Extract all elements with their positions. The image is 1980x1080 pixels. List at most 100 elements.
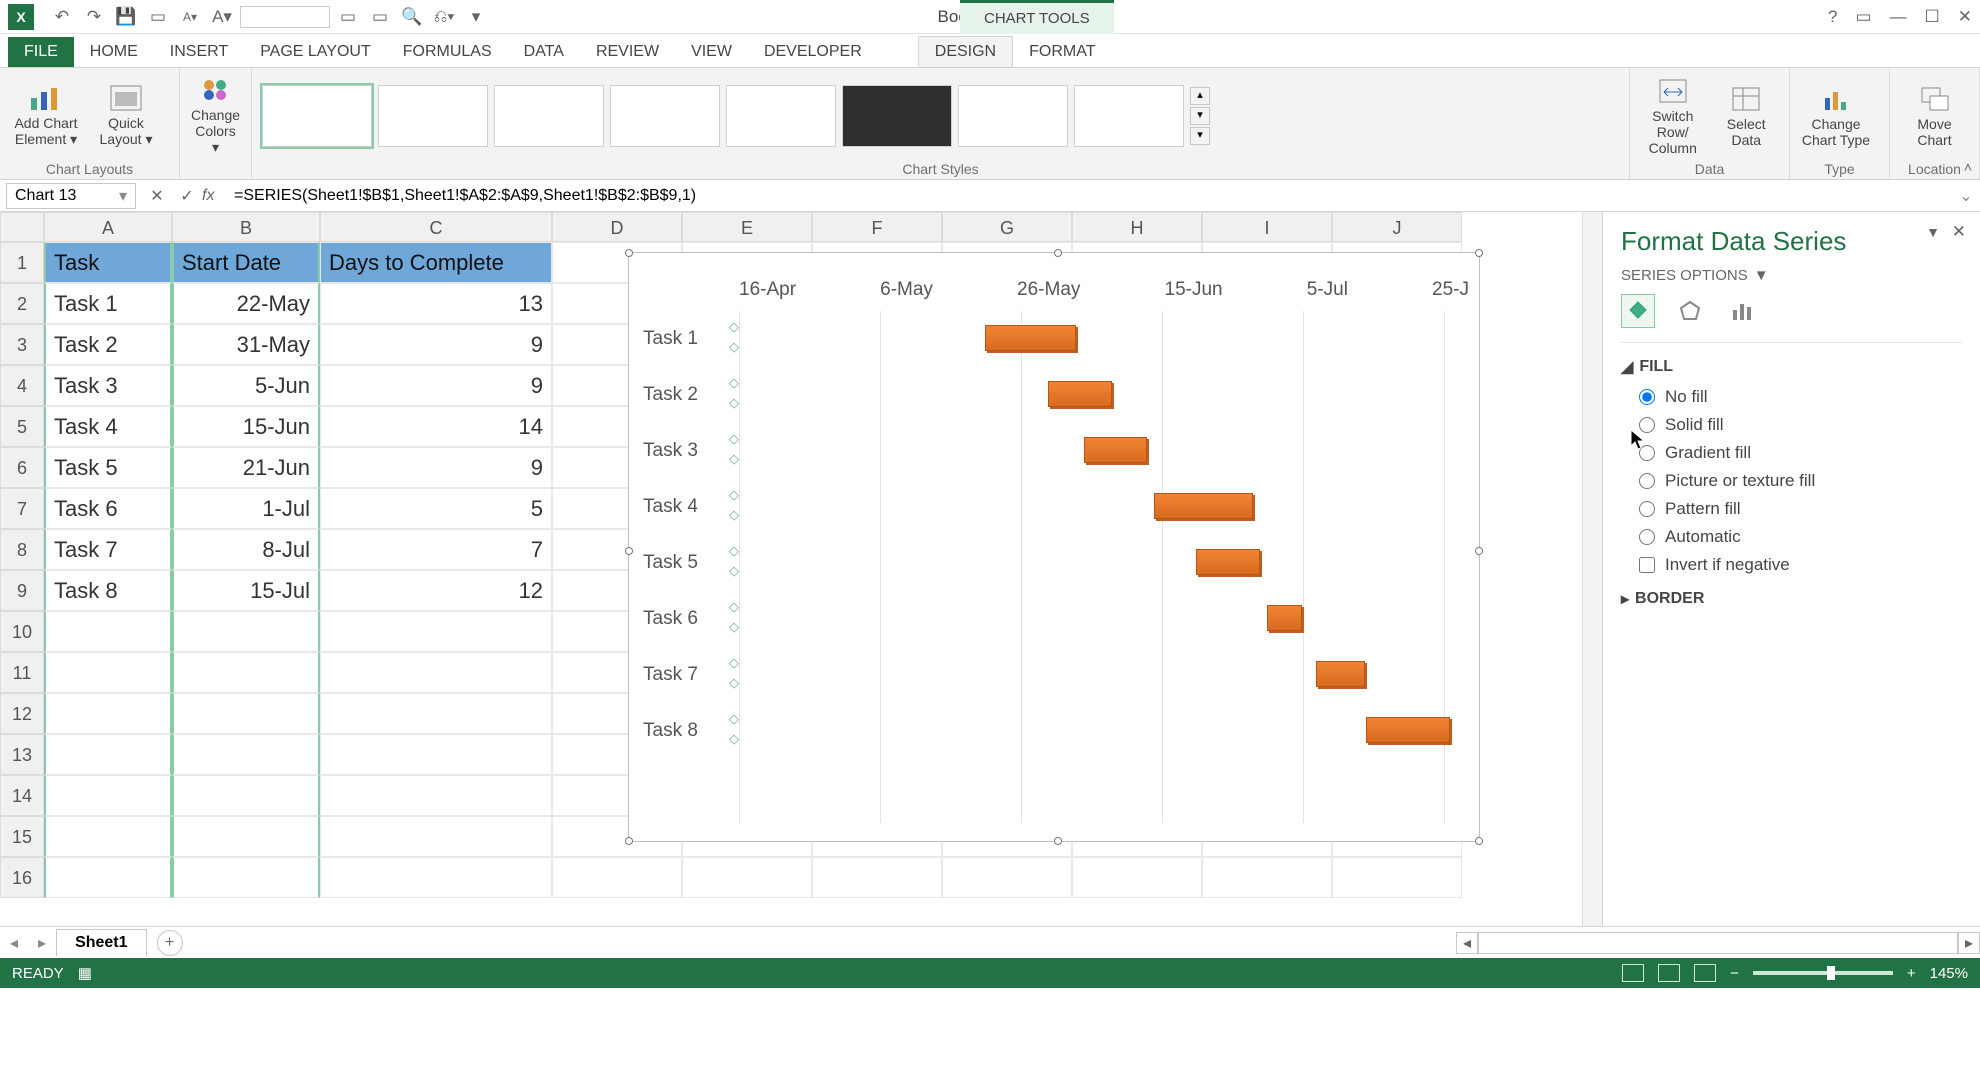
cell-C6[interactable]: 9 <box>320 447 552 488</box>
name-box[interactable]: Chart 13▾ <box>6 183 136 209</box>
pattern-fill-option[interactable]: Pattern fill <box>1639 499 1962 519</box>
cell-B14[interactable] <box>172 775 320 816</box>
cell-B5[interactable]: 15-Jun <box>172 406 320 447</box>
cell-C12[interactable] <box>320 693 552 734</box>
cell-A3[interactable]: Task 2 <box>44 324 172 365</box>
hscroll-track[interactable] <box>1478 932 1958 954</box>
cell-C2[interactable]: 13 <box>320 283 552 324</box>
col-header-F[interactable]: F <box>812 212 942 242</box>
fill-line-tab[interactable] <box>1621 294 1655 328</box>
hscroll-right[interactable]: ▸ <box>1958 932 1980 954</box>
hscroll-left[interactable]: ◂ <box>1456 932 1478 954</box>
automatic-fill-option[interactable]: Automatic <box>1639 527 1962 547</box>
page-break-view-button[interactable] <box>1694 964 1716 982</box>
add-chart-element-button[interactable]: Add Chart Element ▾ <box>10 83 82 148</box>
cell-A5[interactable]: Task 4 <box>44 406 172 447</box>
qat-combo[interactable] <box>240 6 330 28</box>
chart-style-1[interactable] <box>262 85 372 147</box>
tab-file[interactable]: FILE <box>8 37 74 67</box>
undo-button[interactable]: ↶ <box>48 3 76 31</box>
vertical-scrollbar[interactable] <box>1582 212 1602 926</box>
redo-button[interactable]: ↷ <box>80 3 108 31</box>
picture-fill-option[interactable]: Picture or texture fill <box>1639 471 1962 491</box>
effects-tab[interactable] <box>1673 294 1707 328</box>
tab-format[interactable]: FORMAT <box>1013 37 1111 67</box>
row-header-6[interactable]: 6 <box>0 447 44 488</box>
tab-formulas[interactable]: FORMULAS <box>387 37 508 67</box>
cancel-formula-button[interactable]: ✕ <box>142 186 172 206</box>
macro-record-icon[interactable]: ▦ <box>78 964 92 982</box>
change-colors-button[interactable]: Change Colors ▾ <box>190 75 241 156</box>
row-header-13[interactable]: 13 <box>0 734 44 775</box>
minimize-button[interactable]: — <box>1890 7 1907 27</box>
page-layout-view-button[interactable] <box>1658 964 1680 982</box>
row-header-9[interactable]: 9 <box>0 570 44 611</box>
cell-C4[interactable]: 9 <box>320 365 552 406</box>
chart-bar[interactable] <box>1316 661 1365 687</box>
save-button[interactable]: 💾 <box>112 3 140 31</box>
switch-row-column-button[interactable]: Switch Row/ Column <box>1640 76 1706 156</box>
cell-A16[interactable] <box>44 857 172 898</box>
row-header-8[interactable]: 8 <box>0 529 44 570</box>
select-data-button[interactable]: Select Data <box>1714 84 1780 148</box>
cell-empty[interactable] <box>682 857 812 898</box>
expand-formula-button[interactable]: ⌄ <box>1952 186 1980 206</box>
cell-B6[interactable]: 21-Jun <box>172 447 320 488</box>
qat-button-4[interactable]: 🔍 <box>398 3 426 31</box>
cell-B12[interactable] <box>172 693 320 734</box>
chart-bar[interactable] <box>1048 381 1111 407</box>
cell-empty[interactable] <box>812 857 942 898</box>
qat-button-2[interactable]: ▭ <box>334 3 362 31</box>
cell-empty[interactable] <box>942 857 1072 898</box>
new-sheet-button[interactable]: + <box>157 930 183 956</box>
chart-style-7[interactable] <box>958 85 1068 147</box>
cell-A2[interactable]: Task 1 <box>44 283 172 324</box>
chart-bar[interactable] <box>1267 605 1302 631</box>
qat-button[interactable]: ▭ <box>144 3 172 31</box>
move-chart-button[interactable]: Move Chart <box>1900 84 1969 148</box>
tab-insert[interactable]: INSERT <box>154 37 244 67</box>
cell-A4[interactable]: Task 3 <box>44 365 172 406</box>
row-header-4[interactable]: 4 <box>0 365 44 406</box>
col-header-D[interactable]: D <box>552 212 682 242</box>
formula-input[interactable]: =SERIES(Sheet1!$B$1,Sheet1!$A$2:$A$9,She… <box>228 187 1952 205</box>
tab-data[interactable]: DATA <box>508 37 580 67</box>
row-header-3[interactable]: 3 <box>0 324 44 365</box>
collapse-ribbon-button[interactable]: ˄ <box>1964 159 1972 175</box>
chart-style-6[interactable] <box>842 85 952 147</box>
row-header-15[interactable]: 15 <box>0 816 44 857</box>
cell-C1[interactable]: Days to Complete <box>320 242 552 283</box>
cell-B11[interactable] <box>172 652 320 693</box>
maximize-button[interactable]: ☐ <box>1925 7 1940 27</box>
enter-formula-button[interactable]: ✓ <box>172 186 202 206</box>
col-header-G[interactable]: G <box>942 212 1072 242</box>
col-header-B[interactable]: B <box>172 212 320 242</box>
col-header-E[interactable]: E <box>682 212 812 242</box>
cell-A14[interactable] <box>44 775 172 816</box>
cell-B4[interactable]: 5-Jun <box>172 365 320 406</box>
col-header-H[interactable]: H <box>1072 212 1202 242</box>
chart-style-3[interactable] <box>494 85 604 147</box>
cell-C8[interactable]: 7 <box>320 529 552 570</box>
change-chart-type-button[interactable]: Change Chart Type <box>1800 84 1872 148</box>
col-header-A[interactable]: A <box>44 212 172 242</box>
row-header-16[interactable]: 16 <box>0 857 44 898</box>
cell-C11[interactable] <box>320 652 552 693</box>
cell-B15[interactable] <box>172 816 320 857</box>
ribbon-options-button[interactable]: ▭ <box>1855 7 1871 27</box>
pane-close-button[interactable]: ✕ <box>1952 222 1966 242</box>
embedded-chart[interactable]: 16-Apr6-May26-May15-Jun5-Jul25-J Task 1 … <box>628 252 1480 842</box>
cell-A7[interactable]: Task 6 <box>44 488 172 529</box>
cell-A11[interactable] <box>44 652 172 693</box>
tab-design[interactable]: DESIGN <box>918 36 1013 67</box>
chart-bar[interactable] <box>1084 437 1147 463</box>
worksheet-area[interactable]: ABCDEFGHIJ1TaskStart DateDays to Complet… <box>0 212 1602 926</box>
cell-C14[interactable] <box>320 775 552 816</box>
border-section-toggle[interactable]: ▸BORDER <box>1621 589 1962 609</box>
cell-C3[interactable]: 9 <box>320 324 552 365</box>
quick-layout-button[interactable]: Quick Layout ▾ <box>90 83 162 148</box>
row-header-11[interactable]: 11 <box>0 652 44 693</box>
row-header-14[interactable]: 14 <box>0 775 44 816</box>
sheet-nav-next[interactable]: ▸ <box>28 933 56 953</box>
col-header-J[interactable]: J <box>1332 212 1462 242</box>
